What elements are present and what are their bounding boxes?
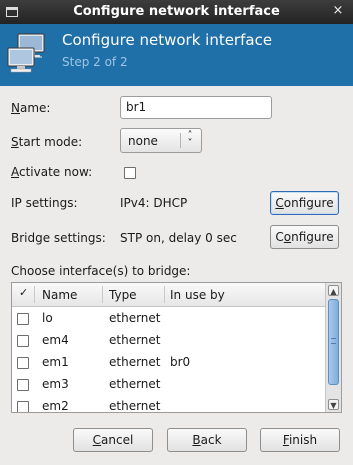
close-icon[interactable]: ×	[331, 4, 345, 18]
table-header: ✓ Name Type In use by	[12, 283, 326, 307]
table-row[interactable]: em2 ethernet	[12, 396, 326, 413]
row-type: ethernet	[109, 399, 161, 413]
row-checkbox[interactable]	[17, 313, 29, 325]
name-label: Name:	[11, 101, 50, 115]
choose-interfaces-label: Choose interface(s) to bridge:	[11, 264, 191, 278]
table-row[interactable]: em1 ethernet br0	[12, 352, 326, 374]
activate-now-label: Activate now:	[11, 165, 92, 179]
start-mode-label-mnemonic: S	[11, 135, 19, 149]
configure-network-interface-dialog: Configure network interface × Configure …	[0, 0, 353, 465]
activate-label-mnemonic: A	[11, 165, 19, 179]
start-mode-value: none	[128, 134, 158, 148]
finish-text: inish	[288, 433, 318, 447]
name-field-value: br1	[126, 100, 147, 114]
start-mode-label: Start mode:	[11, 135, 82, 149]
grip-icon	[331, 338, 336, 344]
column-separator	[164, 286, 165, 303]
row-checkbox[interactable]	[17, 357, 29, 369]
row-type: ethernet	[109, 333, 161, 347]
name-field[interactable]: br1	[120, 96, 272, 119]
column-separator	[102, 286, 103, 303]
table-row[interactable]: em3 ethernet	[12, 374, 326, 396]
start-mode-select[interactable]: none ˄ ˅	[120, 128, 202, 153]
ip-settings-label: IP settings:	[11, 196, 78, 210]
column-separator	[34, 286, 35, 303]
step-indicator: Step 2 of 2	[62, 55, 128, 69]
row-name: em2	[42, 399, 69, 413]
table-row[interactable]: em4 ethernet	[12, 330, 326, 352]
row-in-use-by: br0	[170, 355, 191, 369]
table-row[interactable]: lo ethernet	[12, 308, 326, 330]
name-label-mnemonic: N	[11, 101, 20, 115]
cancel-button[interactable]: Cancel	[73, 428, 153, 452]
ip-configure-mnemonic: C	[275, 196, 284, 210]
row-type: ethernet	[109, 355, 161, 369]
column-name[interactable]: Name	[42, 288, 77, 302]
row-name: em1	[42, 355, 69, 369]
bridge-settings-label: Bridge settings:	[11, 231, 106, 245]
row-name: em3	[42, 377, 69, 391]
activate-now-checkbox[interactable]	[124, 167, 136, 179]
ip-settings-value: IPv4: DHCP	[120, 196, 188, 210]
column-type[interactable]: Type	[109, 288, 137, 302]
back-mnemonic: B	[192, 433, 201, 447]
banner-heading: Configure network interface	[62, 31, 273, 49]
row-type: ethernet	[109, 311, 161, 325]
cancel-mnemonic: C	[92, 433, 102, 447]
select-all-column-icon[interactable]: ✓	[19, 286, 28, 299]
scroll-thumb[interactable]	[328, 299, 339, 385]
bridge-configure-prefix: C	[275, 230, 284, 244]
interfaces-table: ✓ Name Type In use by lo ethernet em4 et…	[11, 282, 342, 413]
back-button[interactable]: Back	[167, 428, 247, 452]
row-name: lo	[42, 311, 53, 325]
row-checkbox[interactable]	[17, 379, 29, 391]
name-label-text: ame:	[19, 101, 51, 115]
row-checkbox[interactable]	[17, 335, 29, 347]
scroll-up-arrow-icon[interactable]: ▲	[328, 285, 339, 296]
activate-label-text: ctivate now:	[19, 165, 93, 179]
finish-button[interactable]: Finish	[260, 428, 340, 452]
combo-separator	[180, 133, 181, 148]
column-in-use-by[interactable]: In use by	[170, 288, 225, 302]
up-down-arrows-icon: ˄ ˅	[187, 130, 193, 149]
window-title: Configure network interface	[73, 4, 280, 19]
ip-configure-text: onfigure	[283, 196, 334, 210]
row-name: em4	[42, 333, 69, 347]
table-scrollbar[interactable]: ▲ ▼	[325, 283, 341, 412]
title-bar: Configure network interface ×	[0, 0, 353, 24]
bridge-configure-button[interactable]: Configure	[270, 225, 339, 249]
back-text: ack	[200, 433, 222, 447]
row-checkbox[interactable]	[17, 401, 29, 412]
network-computers-icon	[7, 33, 45, 73]
bridge-settings-value: STP on, delay 0 sec	[120, 231, 237, 245]
start-mode-label-text: tart mode:	[18, 135, 83, 149]
row-type: ethernet	[109, 377, 161, 391]
cancel-text: ancel	[101, 433, 134, 447]
ip-configure-button[interactable]: Configure	[270, 191, 339, 215]
bridge-configure-text: nfigure	[291, 230, 334, 244]
header-banner: Configure network interface Step 2 of 2	[0, 24, 353, 86]
window-menu-icon[interactable]	[6, 7, 18, 17]
scroll-down-arrow-icon[interactable]: ▼	[328, 399, 339, 410]
